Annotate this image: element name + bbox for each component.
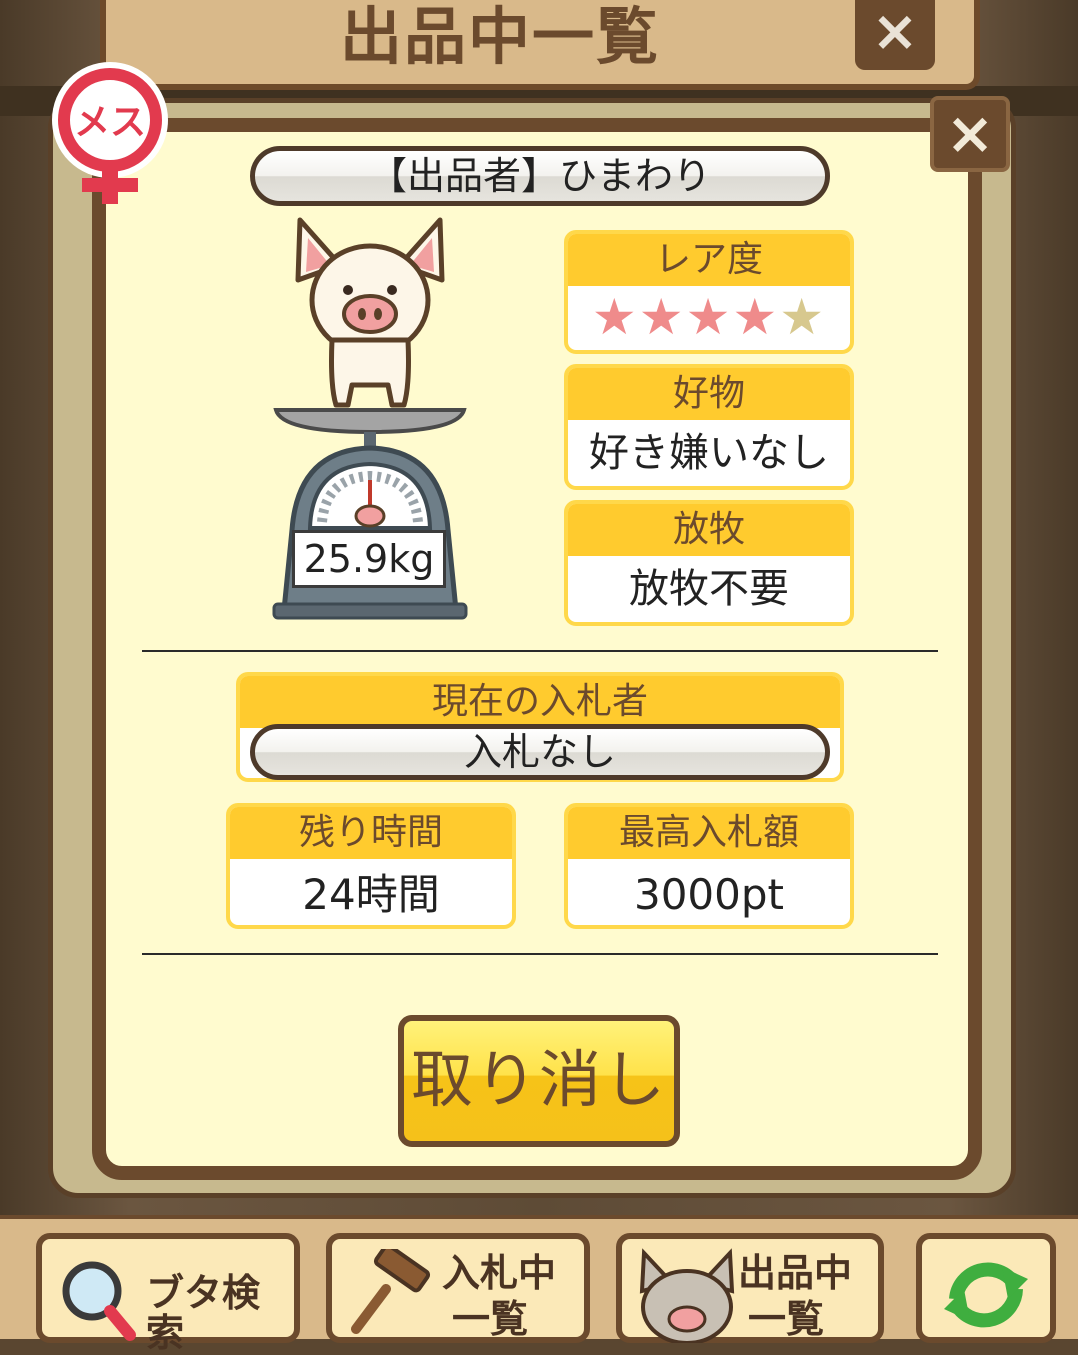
refresh-button[interactable] [916,1233,1056,1343]
listing-list-button[interactable]: 出品中 一覧 [616,1233,884,1343]
highest-bid-card: 最高入札額 3000pt [564,803,854,929]
pasture-card: 放牧 放牧不要 [564,500,854,626]
bidding-list-label-2: 一覧 [452,1297,529,1341]
bidder-label: 現在の入札者 [240,676,840,728]
pig-search-label: ブタ検索 [146,1271,261,1355]
bidder-value: 入札なし [250,724,830,780]
dialog-close-button[interactable]: × [930,96,1010,172]
refresh-icon [944,1262,1028,1328]
pasture-label: 放牧 [568,504,850,556]
pig-weight: 25.9kg [292,530,446,588]
gavel-icon [351,1249,431,1334]
bidding-list-label-1: 入札中 [442,1251,557,1295]
pig-face-icon [639,1248,735,1343]
rarity-card: レア度 ★★★★★ [564,230,854,354]
star-filled-icon: ★ [638,288,686,346]
star-filled-icon: ★ [685,288,733,346]
magnifier-icon [62,1261,136,1341]
favorite-food-card: 好物 好き嫌いなし [564,364,854,490]
pasture-value: 放牧不要 [629,566,789,612]
favorite-label: 好物 [568,368,850,420]
highest-bid-value: 3000pt [633,870,784,919]
rarity-stars: ★★★★★ [568,286,850,348]
listing-list-label-1: 出品中 [738,1251,853,1295]
pig-search-button[interactable]: ブタ検索 [36,1233,300,1353]
divider [142,953,938,955]
seller-name: 【出品者】ひまわり [250,146,830,206]
rarity-label: レア度 [568,234,850,286]
screen-close-button[interactable]: × [855,0,935,70]
screen-title-plate: 出品中一覧 [100,0,980,90]
female-badge-icon: メス [52,62,168,204]
remaining-time-card: 残り時間 24時間 [226,803,516,929]
highest-bid-label: 最高入札額 [568,807,850,859]
star-empty-icon: ★ [779,288,827,346]
star-filled-icon: ★ [591,288,639,346]
favorite-value: 好き嫌いなし [589,430,829,476]
remaining-label: 残り時間 [230,807,512,859]
cancel-listing-button[interactable]: 取り消し [398,1015,680,1147]
remaining-value: 24時間 [302,870,440,919]
divider [142,650,938,652]
listing-list-label-2: 一覧 [748,1297,825,1341]
star-filled-icon: ★ [732,288,780,346]
bidding-list-button[interactable]: 入札中 一覧 [326,1233,590,1343]
gender-label: メス [74,102,146,143]
